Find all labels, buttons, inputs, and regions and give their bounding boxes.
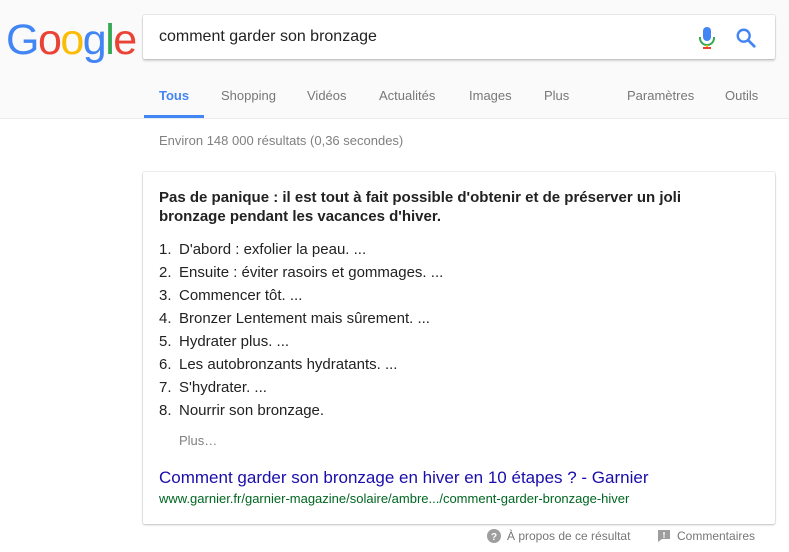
about-result-button[interactable]: ? À propos de ce résultat bbox=[487, 528, 630, 544]
list-item: 7. S'hydrater. ... bbox=[159, 376, 443, 399]
step-number: 7. bbox=[159, 379, 172, 396]
step-text: S'hydrater. ... bbox=[179, 379, 267, 396]
tab-plus[interactable]: Plus bbox=[544, 88, 569, 118]
step-number: 8. bbox=[159, 402, 172, 419]
list-item: 3. Commencer tôt. ... bbox=[159, 284, 443, 307]
feedback-icon bbox=[658, 530, 670, 542]
list-item: 6. Les autobronzants hydratants. ... bbox=[159, 353, 443, 376]
list-item: 5. Hydrater plus. ... bbox=[159, 330, 443, 353]
step-text: Nourrir son bronzage. bbox=[179, 402, 325, 419]
tab-parametres[interactable]: Paramètres bbox=[627, 88, 694, 118]
feedback-button[interactable]: Commentaires bbox=[657, 528, 755, 544]
step-text: Hydrater plus. ... bbox=[179, 333, 290, 350]
result-url: www.garnier.fr/garnier-magazine/solaire/… bbox=[159, 491, 630, 506]
help-icon: ? bbox=[487, 529, 501, 543]
snippet-title: Pas de panique : il est tout à fait poss… bbox=[159, 189, 682, 225]
logo-letter: l bbox=[105, 16, 115, 64]
svg-text:?: ? bbox=[491, 532, 497, 543]
step-number: 6. bbox=[159, 356, 172, 373]
snippet-steps: 1. D'abord : exfolier la peau. ... 2. Ensu… bbox=[159, 238, 443, 422]
step-number: 4. bbox=[159, 310, 172, 327]
logo-letter: G bbox=[6, 16, 39, 64]
result-stats: Environ 148 000 résultats (0,36 secondes… bbox=[159, 133, 404, 148]
feedback-label: Commentaires bbox=[677, 529, 756, 543]
tab-outils[interactable]: Outils bbox=[725, 88, 758, 118]
list-item: 4. Bronzer Lentement mais sûrement. ... bbox=[159, 307, 443, 330]
search-tabs: Tous Shopping Vidéos Actualités Images P… bbox=[0, 88, 789, 118]
step-number: 2. bbox=[159, 264, 172, 281]
about-result-label: À propos de ce résultat bbox=[507, 529, 631, 543]
list-item: 1. D'abord : exfolier la peau. ... bbox=[159, 238, 443, 261]
search-icon[interactable] bbox=[735, 27, 757, 49]
more-link[interactable]: Plus… bbox=[179, 433, 217, 448]
logo-letter: o bbox=[60, 16, 84, 64]
search-input[interactable] bbox=[159, 15, 679, 59]
logo-letter: o bbox=[37, 16, 62, 64]
tab-tous[interactable]: Tous bbox=[143, 88, 205, 118]
step-text: Bronzer Lentement mais sûrement. ... bbox=[179, 310, 430, 327]
step-text: D'abord : exfolier la peau. ... bbox=[179, 241, 367, 258]
tab-actualites[interactable]: Actualités bbox=[379, 88, 435, 118]
tab-videos[interactable]: Vidéos bbox=[307, 88, 347, 118]
step-text: Commencer tôt. ... bbox=[179, 287, 303, 304]
step-number: 5. bbox=[159, 333, 172, 350]
step-text: Ensuite : éviter rasoirs et gommages. ..… bbox=[179, 264, 444, 281]
list-item: 8. Nourrir son bronzage. bbox=[159, 399, 443, 422]
tab-images[interactable]: Images bbox=[469, 88, 512, 118]
featured-snippet: Pas de panique : il est tout à fait poss… bbox=[143, 172, 775, 524]
logo-letter: e bbox=[113, 16, 137, 64]
search-box bbox=[143, 15, 775, 59]
step-number: 1. bbox=[159, 241, 172, 258]
result-title-link[interactable]: Comment garder son bronzage en hiver en … bbox=[159, 468, 649, 488]
google-logo[interactable]: Google bbox=[6, 16, 137, 64]
logo-letter: g bbox=[82, 16, 107, 64]
step-number: 3. bbox=[159, 287, 172, 304]
tab-shopping[interactable]: Shopping bbox=[221, 88, 276, 118]
list-item: 2. Ensuite : éviter rasoirs et gommages. … bbox=[159, 261, 443, 284]
search-header: Google Tous Shopping Vidéos Actualités I… bbox=[0, 0, 789, 119]
snippet-footer: ? À propos de ce résultat Commentaires bbox=[0, 528, 789, 546]
step-text: Les autobronzants hydratants. ... bbox=[179, 356, 398, 373]
microphone-icon[interactable] bbox=[697, 26, 717, 50]
